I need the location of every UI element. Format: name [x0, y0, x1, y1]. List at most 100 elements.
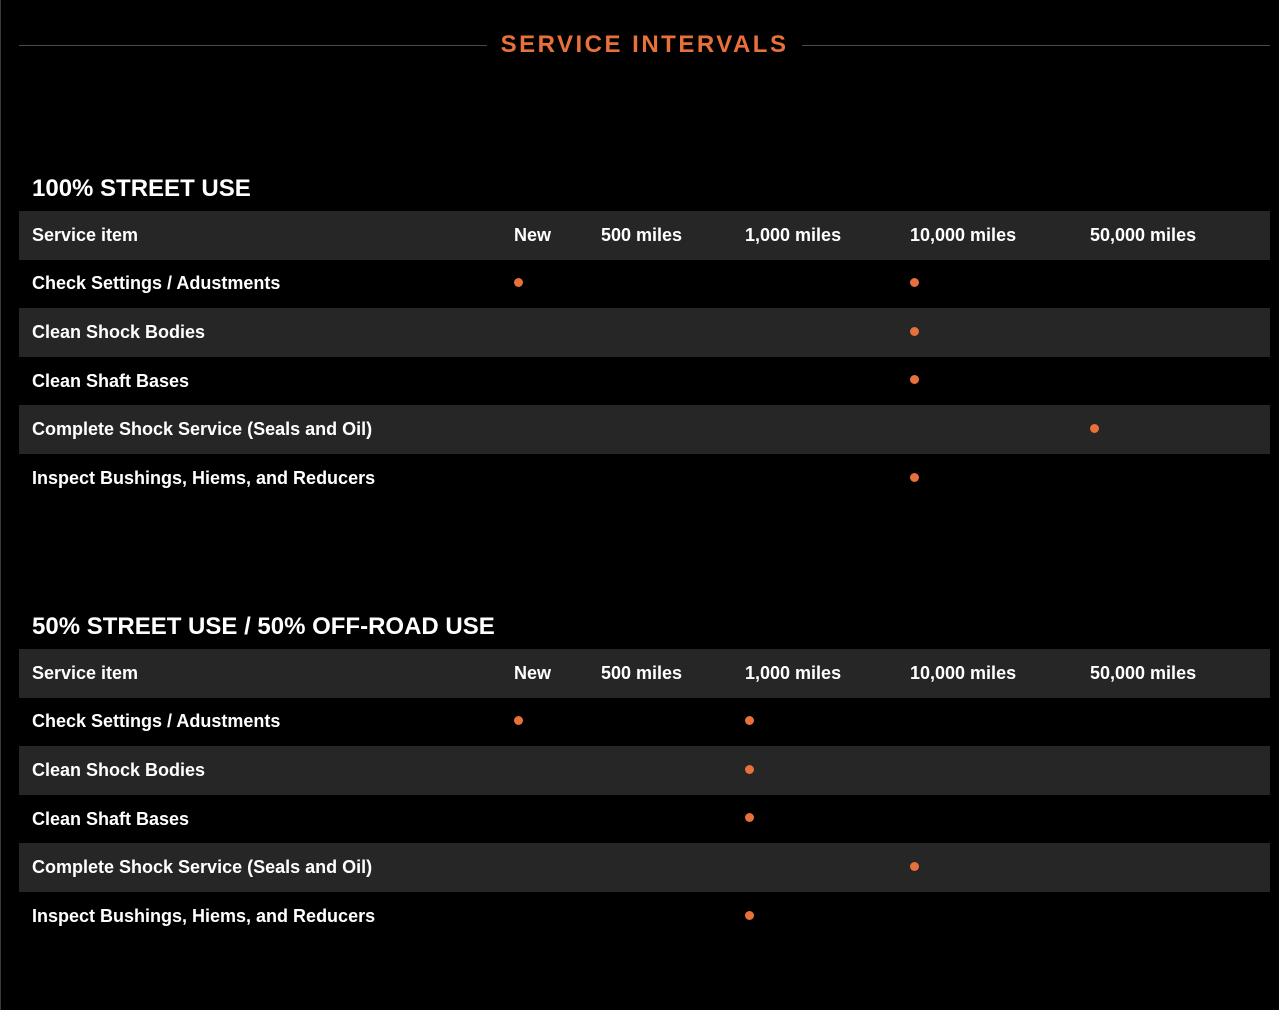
- interval-cell: [910, 698, 1090, 747]
- interval-dot-icon: [910, 472, 919, 482]
- interval-cell: [601, 795, 745, 844]
- interval-cell: [745, 260, 910, 309]
- interval-cell: [514, 454, 601, 503]
- interval-cell: [514, 746, 601, 795]
- interval-cell: [514, 260, 601, 309]
- column-header: 50,000 miles: [1090, 662, 1197, 683]
- column-header: 10,000 miles: [910, 662, 1017, 683]
- section-title: 100% STREET USE: [32, 175, 251, 202]
- interval-cell: [910, 260, 1090, 309]
- interval-dot-icon: [745, 813, 754, 823]
- interval-cell: [745, 892, 910, 941]
- interval-cell: [745, 746, 910, 795]
- service-item-label: Check Settings / Adustments: [32, 711, 281, 732]
- column-header: New: [514, 224, 552, 245]
- interval-cell: [601, 698, 745, 747]
- service-item-label: Complete Shock Service (Seals and Oil): [32, 857, 373, 878]
- section-street-use: 100% STREET USE Service item New 500 mil…: [19, 166, 1270, 503]
- interval-cell: [601, 892, 745, 941]
- interval-cell: [745, 454, 910, 503]
- interval-cell: [601, 746, 745, 795]
- interval-cell: [601, 260, 745, 309]
- interval-cell: [601, 454, 745, 503]
- interval-cell: [910, 746, 1090, 795]
- page-header: SERVICE INTERVALS: [19, 26, 1271, 64]
- column-header: 10,000 miles: [910, 224, 1017, 245]
- interval-cell: [745, 843, 910, 892]
- interval-dot-icon: [910, 861, 919, 871]
- interval-cell: [1090, 357, 1270, 406]
- interval-cell: [910, 795, 1090, 844]
- column-header: Service item: [32, 662, 139, 683]
- interval-dot-icon: [745, 764, 754, 774]
- interval-dot-icon: [1090, 423, 1099, 433]
- interval-dot-icon: [910, 375, 919, 385]
- interval-cell: [1090, 795, 1270, 844]
- service-item-label: Clean Shock Bodies: [32, 321, 206, 342]
- service-item-label: Clean Shaft Bases: [32, 808, 190, 829]
- table-row: Inspect Bushings, Hiems, and Reducers: [19, 453, 1270, 503]
- interval-cell: [745, 308, 910, 357]
- interval-cell: [745, 405, 910, 454]
- service-item-label: Clean Shaft Bases: [32, 370, 190, 391]
- column-header: New: [514, 662, 552, 683]
- interval-cell: [910, 357, 1090, 406]
- interval-cell: [514, 405, 601, 454]
- table-row: Clean Shock Bodies: [19, 308, 1270, 357]
- interval-cell: [601, 357, 745, 406]
- interval-cell: [910, 454, 1090, 503]
- service-item-label: Complete Shock Service (Seals and Oil): [32, 419, 373, 440]
- table-row: Check Settings / Adustments: [19, 697, 1270, 747]
- interval-cell: [910, 405, 1090, 454]
- interval-cell: [601, 308, 745, 357]
- interval-dot-icon: [745, 910, 754, 920]
- column-header: 500 miles: [601, 224, 683, 245]
- table-row: Complete Shock Service (Seals and Oil): [19, 843, 1270, 892]
- interval-cell: [514, 795, 601, 844]
- interval-cell: [514, 308, 601, 357]
- interval-cell: [745, 357, 910, 406]
- interval-cell: [1090, 698, 1270, 747]
- interval-dot-icon: [910, 278, 919, 288]
- column-header: 500 miles: [601, 662, 683, 683]
- interval-cell: [910, 843, 1090, 892]
- left-border: [0, 0, 1, 1010]
- interval-cell: [910, 892, 1090, 941]
- interval-cell: [910, 308, 1090, 357]
- interval-cell: [1090, 843, 1270, 892]
- table-header-row: Service item New 500 miles 1,000 miles 1…: [19, 211, 1270, 260]
- interval-cell: [514, 843, 601, 892]
- interval-dot-icon: [745, 716, 754, 726]
- interval-cell: [601, 843, 745, 892]
- section-mixed-use: 50% STREET USE / 50% OFF-ROAD USE Servic…: [19, 604, 1270, 941]
- interval-dot-icon: [910, 326, 919, 336]
- interval-cell: [514, 357, 601, 406]
- column-header: 1,000 miles: [745, 662, 842, 683]
- interval-cell: [1090, 308, 1270, 357]
- interval-cell: [514, 698, 601, 747]
- header-rule-right: [802, 44, 1271, 46]
- service-item-label: Inspect Bushings, Hiems, and Reducers: [32, 467, 376, 488]
- interval-table: Service item New 500 miles 1,000 miles 1…: [19, 649, 1270, 941]
- column-header: 1,000 miles: [745, 224, 842, 245]
- table-body: Check Settings / Adustments Clean Shock B…: [19, 697, 1270, 941]
- interval-cell: [601, 405, 745, 454]
- interval-cell: [1090, 892, 1270, 941]
- interval-dot-icon: [514, 278, 523, 288]
- section-title: 50% STREET USE / 50% OFF-ROAD USE: [32, 613, 495, 640]
- interval-cell: [745, 698, 910, 747]
- interval-cell: [1090, 260, 1270, 309]
- table-row: Check Settings / Adustments: [19, 259, 1270, 309]
- interval-cell: [1090, 454, 1270, 503]
- interval-table: Service item New 500 miles 1,000 miles 1…: [19, 211, 1270, 503]
- service-item-label: Inspect Bushings, Hiems, and Reducers: [32, 905, 376, 926]
- table-row: Complete Shock Service (Seals and Oil): [19, 405, 1270, 454]
- table-header-row: Service item New 500 miles 1,000 miles 1…: [19, 649, 1270, 698]
- interval-dot-icon: [514, 716, 523, 726]
- interval-cell: [1090, 405, 1270, 454]
- column-header: Service item: [32, 224, 139, 245]
- interval-cell: [1090, 746, 1270, 795]
- interval-cell: [514, 892, 601, 941]
- page-title: SERVICE INTERVALS: [500, 31, 789, 58]
- table-row: Clean Shaft Bases: [19, 794, 1270, 844]
